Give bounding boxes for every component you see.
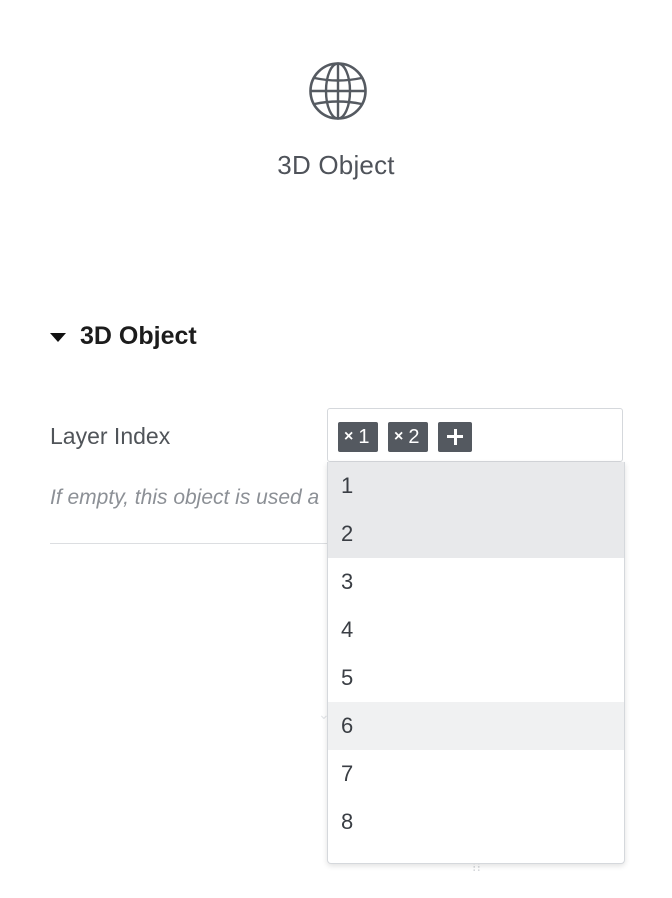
caret-down-icon — [50, 333, 66, 342]
selected-chip[interactable]: × 1 — [338, 422, 378, 452]
layer-index-hint: If empty, this object is used a — [50, 486, 320, 509]
dropdown-option[interactable]: 1 — [328, 462, 624, 510]
dropdown-option[interactable]: 7 — [328, 750, 624, 798]
selected-chip[interactable]: × 2 — [388, 422, 428, 452]
globe-icon — [309, 62, 367, 120]
chip-value: 1 — [358, 425, 370, 448]
header-title: 3D Object — [277, 150, 395, 180]
dropdown-option[interactable]: 8 — [328, 798, 624, 846]
chip-value: 2 — [408, 425, 420, 448]
layer-index-label: Layer Index — [50, 423, 171, 449]
dropdown-option[interactable]: 4 — [328, 606, 624, 654]
layer-index-select[interactable]: × 1 × 2 — [327, 408, 623, 462]
remove-chip-icon[interactable]: × — [344, 428, 353, 446]
section-toggle[interactable]: 3D Object — [50, 322, 197, 351]
divider — [50, 543, 328, 544]
plus-icon[interactable] — [438, 422, 472, 452]
dropdown-option[interactable]: 6 — [328, 702, 624, 750]
dropdown-option[interactable]: 3 — [328, 558, 624, 606]
dropdown-option[interactable]: 2 — [328, 510, 624, 558]
widget-header: 3D Object — [0, 0, 672, 230]
dropdown-option[interactable]: 5 — [328, 654, 624, 702]
remove-chip-icon[interactable]: × — [394, 428, 403, 446]
section-title: 3D Object — [80, 322, 197, 350]
layer-index-dropdown: 1 2 3 4 5 6 7 8 — [327, 462, 625, 864]
